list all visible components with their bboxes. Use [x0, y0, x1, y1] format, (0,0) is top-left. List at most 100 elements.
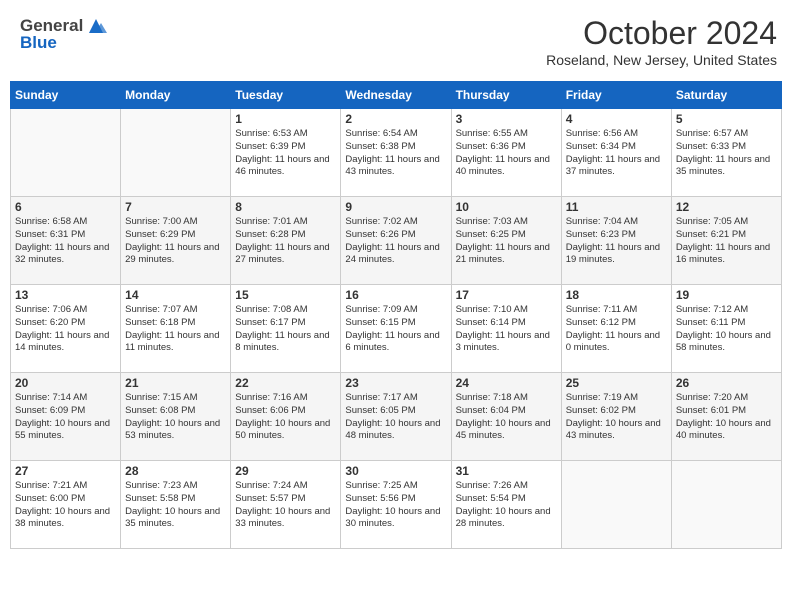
calendar-cell [561, 461, 671, 549]
day-number: 27 [15, 464, 116, 478]
calendar-cell: 30 Sunrise: 7:25 AMSunset: 5:56 PMDayligh… [341, 461, 451, 549]
day-header-wednesday: Wednesday [341, 82, 451, 109]
day-detail: Sunrise: 7:03 AMSunset: 6:25 PMDaylight:… [456, 216, 557, 267]
day-number: 9 [345, 200, 446, 214]
month-title: October 2024 [546, 15, 777, 52]
day-number: 28 [125, 464, 226, 478]
calendar-cell: 26 Sunrise: 7:20 AMSunset: 6:01 PMDayligh… [671, 373, 781, 461]
day-number: 18 [566, 288, 667, 302]
day-detail: Sunrise: 7:11 AMSunset: 6:12 PMDaylight:… [566, 304, 667, 355]
day-number: 10 [456, 200, 557, 214]
calendar-cell: 10 Sunrise: 7:03 AMSunset: 6:25 PMDayligh… [451, 197, 561, 285]
day-detail: Sunrise: 6:53 AMSunset: 6:39 PMDaylight:… [235, 128, 336, 179]
day-number: 3 [456, 112, 557, 126]
day-detail: Sunrise: 7:26 AMSunset: 5:54 PMDaylight:… [456, 480, 557, 531]
calendar-cell: 20Sunrise: 7:14 AMSunset: 6:09 PMDayligh… [11, 373, 121, 461]
calendar-cell: 31 Sunrise: 7:26 AMSunset: 5:54 PMDayligh… [451, 461, 561, 549]
calendar-table: SundayMondayTuesdayWednesdayThursdayFrid… [10, 81, 782, 549]
calendar-cell: 19 Sunrise: 7:12 AMSunset: 6:11 PMDayligh… [671, 285, 781, 373]
day-header-tuesday: Tuesday [231, 82, 341, 109]
calendar-cell: 18 Sunrise: 7:11 AMSunset: 6:12 PMDayligh… [561, 285, 671, 373]
day-detail: Sunrise: 7:04 AMSunset: 6:23 PMDaylight:… [566, 216, 667, 267]
calendar-cell: 12 Sunrise: 7:05 AMSunset: 6:21 PMDayligh… [671, 197, 781, 285]
day-detail: Sunrise: 7:19 AMSunset: 6:02 PMDaylight:… [566, 392, 667, 443]
day-detail: Sunrise: 7:25 AMSunset: 5:56 PMDaylight:… [345, 480, 446, 531]
day-header-thursday: Thursday [451, 82, 561, 109]
day-detail: Sunrise: 7:00 AMSunset: 6:29 PMDaylight:… [125, 216, 226, 267]
calendar-cell: 16 Sunrise: 7:09 AMSunset: 6:15 PMDayligh… [341, 285, 451, 373]
day-number: 7 [125, 200, 226, 214]
day-number: 13 [15, 288, 116, 302]
day-detail: Sunrise: 7:02 AMSunset: 6:26 PMDaylight:… [345, 216, 446, 267]
calendar-cell: 24 Sunrise: 7:18 AMSunset: 6:04 PMDayligh… [451, 373, 561, 461]
calendar-cell: 9 Sunrise: 7:02 AMSunset: 6:26 PMDaylight… [341, 197, 451, 285]
day-detail: Sunrise: 7:15 AMSunset: 6:08 PMDaylight:… [125, 392, 226, 443]
day-number: 24 [456, 376, 557, 390]
day-detail: Sunrise: 7:01 AMSunset: 6:28 PMDaylight:… [235, 216, 336, 267]
day-detail: Sunrise: 7:21 AMSunset: 6:00 PMDaylight:… [15, 480, 116, 531]
day-detail: Sunrise: 6:58 AMSunset: 6:31 PMDaylight:… [15, 216, 116, 267]
calendar-week-1: 1 Sunrise: 6:53 AMSunset: 6:39 PMDaylight… [11, 109, 782, 197]
calendar-cell [671, 461, 781, 549]
calendar-week-5: 27 Sunrise: 7:21 AMSunset: 6:00 PMDayligh… [11, 461, 782, 549]
day-header-saturday: Saturday [671, 82, 781, 109]
calendar-cell: 1 Sunrise: 6:53 AMSunset: 6:39 PMDaylight… [231, 109, 341, 197]
calendar-cell: 21 Sunrise: 7:15 AMSunset: 6:08 PMDayligh… [121, 373, 231, 461]
day-number: 15 [235, 288, 336, 302]
day-number: 29 [235, 464, 336, 478]
day-number: 30 [345, 464, 446, 478]
calendar-week-2: 6 Sunrise: 6:58 AMSunset: 6:31 PMDaylight… [11, 197, 782, 285]
calendar-cell: 22Sunrise: 7:16 AMSunset: 6:06 PMDayligh… [231, 373, 341, 461]
calendar-cell: 7 Sunrise: 7:00 AMSunset: 6:29 PMDaylight… [121, 197, 231, 285]
calendar-cell [11, 109, 121, 197]
calendar-cell: 3 Sunrise: 6:55 AMSunset: 6:36 PMDaylight… [451, 109, 561, 197]
calendar-cell: 13Sunrise: 7:06 AMSunset: 6:20 PMDayligh… [11, 285, 121, 373]
day-number: 23 [345, 376, 446, 390]
day-number: 12 [676, 200, 777, 214]
day-detail: Sunrise: 7:09 AMSunset: 6:15 PMDaylight:… [345, 304, 446, 355]
calendar-cell: 6 Sunrise: 6:58 AMSunset: 6:31 PMDaylight… [11, 197, 121, 285]
day-detail: Sunrise: 6:54 AMSunset: 6:38 PMDaylight:… [345, 128, 446, 179]
day-number: 14 [125, 288, 226, 302]
day-number: 8 [235, 200, 336, 214]
day-header-friday: Friday [561, 82, 671, 109]
day-detail: Sunrise: 7:23 AMSunset: 5:58 PMDaylight:… [125, 480, 226, 531]
day-detail: Sunrise: 6:55 AMSunset: 6:36 PMDaylight:… [456, 128, 557, 179]
calendar-cell: 17 Sunrise: 7:10 AMSunset: 6:14 PMDayligh… [451, 285, 561, 373]
calendar-cell: 29 Sunrise: 7:24 AMSunset: 5:57 PMDayligh… [231, 461, 341, 549]
day-number: 31 [456, 464, 557, 478]
location-title: Roseland, New Jersey, United States [546, 52, 777, 68]
day-number: 21 [125, 376, 226, 390]
day-number: 17 [456, 288, 557, 302]
day-header-sunday: Sunday [11, 82, 121, 109]
day-detail: Sunrise: 7:24 AMSunset: 5:57 PMDaylight:… [235, 480, 336, 531]
day-number: 1 [235, 112, 336, 126]
calendar-week-3: 13Sunrise: 7:06 AMSunset: 6:20 PMDayligh… [11, 285, 782, 373]
day-detail: Sunrise: 6:56 AMSunset: 6:34 PMDaylight:… [566, 128, 667, 179]
day-number: 25 [566, 376, 667, 390]
logo: General Blue [20, 15, 107, 53]
day-detail: Sunrise: 7:17 AMSunset: 6:05 PMDaylight:… [345, 392, 446, 443]
day-number: 4 [566, 112, 667, 126]
day-number: 11 [566, 200, 667, 214]
logo-blue: Blue [20, 33, 57, 53]
calendar-cell: 27 Sunrise: 7:21 AMSunset: 6:00 PMDayligh… [11, 461, 121, 549]
page-header: General Blue October 2024 Roseland, New … [10, 10, 782, 73]
day-detail: Sunrise: 7:20 AMSunset: 6:01 PMDaylight:… [676, 392, 777, 443]
calendar-body: 1 Sunrise: 6:53 AMSunset: 6:39 PMDaylight… [11, 109, 782, 549]
day-number: 19 [676, 288, 777, 302]
day-number: 22 [235, 376, 336, 390]
day-number: 16 [345, 288, 446, 302]
day-detail: Sunrise: 7:18 AMSunset: 6:04 PMDaylight:… [456, 392, 557, 443]
calendar-cell: 8 Sunrise: 7:01 AMSunset: 6:28 PMDaylight… [231, 197, 341, 285]
day-number: 26 [676, 376, 777, 390]
day-header-monday: Monday [121, 82, 231, 109]
day-detail: Sunrise: 7:05 AMSunset: 6:21 PMDaylight:… [676, 216, 777, 267]
calendar-week-4: 20Sunrise: 7:14 AMSunset: 6:09 PMDayligh… [11, 373, 782, 461]
calendar-cell [121, 109, 231, 197]
day-detail: Sunrise: 7:10 AMSunset: 6:14 PMDaylight:… [456, 304, 557, 355]
title-block: October 2024 Roseland, New Jersey, Unite… [546, 15, 777, 68]
day-detail: Sunrise: 7:07 AMSunset: 6:18 PMDaylight:… [125, 304, 226, 355]
day-detail: Sunrise: 7:12 AMSunset: 6:11 PMDaylight:… [676, 304, 777, 355]
day-number: 6 [15, 200, 116, 214]
